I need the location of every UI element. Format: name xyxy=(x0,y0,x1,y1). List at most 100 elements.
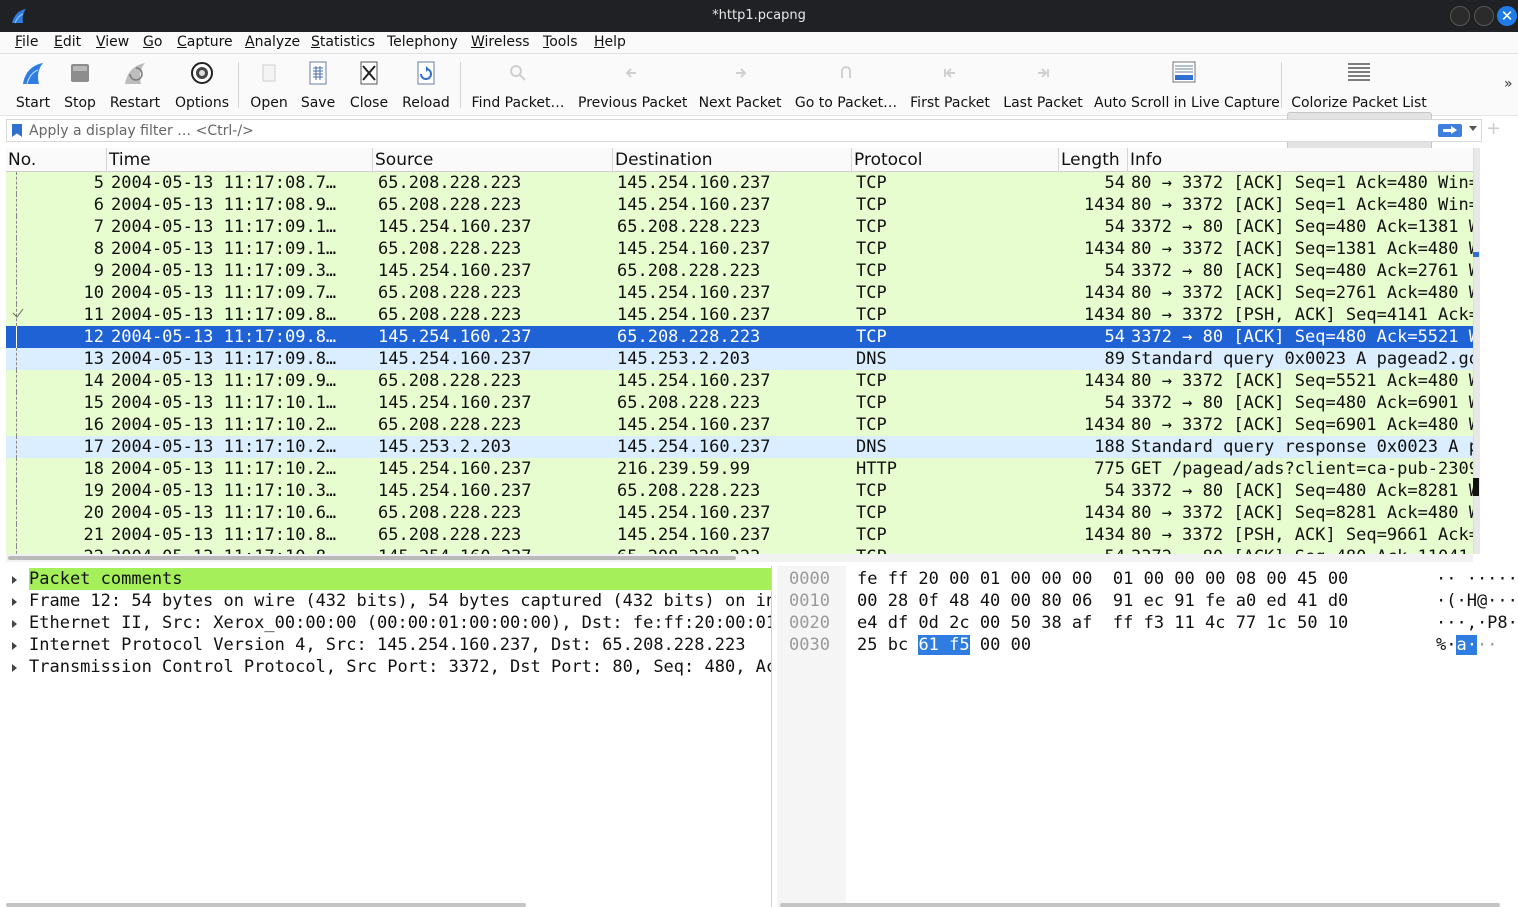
packet-row[interactable]: 17 2004-05-13 11:17:10.2… 145.253.2.203 145… xyxy=(6,436,1473,458)
next-packet-button[interactable]: Next Packet xyxy=(698,58,782,112)
go-to-packet-button[interactable]: Go to Packet… xyxy=(794,58,898,112)
menu-edit[interactable]: Edit xyxy=(54,33,81,51)
save-file-button[interactable]: Save xyxy=(298,58,338,112)
tree-packet-comments[interactable]: Packet comments xyxy=(0,568,771,590)
column-header-destination[interactable]: Destination xyxy=(613,148,852,172)
hex-row[interactable]: 0010 00 28 0f 48 40 00 80 06 91 ec 91 fe … xyxy=(777,590,1518,612)
display-filter-bar xyxy=(6,119,1482,142)
add-filter-button-plus-icon[interactable]: + xyxy=(1486,120,1501,138)
packet-row[interactable]: 12 2004-05-13 11:17:09.8… 145.254.160.237 6… xyxy=(6,326,1473,348)
stop-capture-button[interactable]: Stop xyxy=(60,58,100,112)
packet-row[interactable]: 16 2004-05-13 11:17:10.2… 65.208.228.223 14… xyxy=(6,414,1473,436)
packet-number: 21 xyxy=(83,525,104,545)
column-header-info[interactable]: Info xyxy=(1128,148,1473,172)
previous-packet-button[interactable]: Previous Packet xyxy=(578,58,687,112)
packet-info: Standard query 0x0023 A pagead2.googlesy… xyxy=(1131,349,1473,369)
open-file-button[interactable]: Open xyxy=(248,58,290,112)
packet-info: 3372 → 80 [ACK] Seq=480 Ack=8281 Win=966… xyxy=(1131,481,1473,501)
packet-list-scrollbar[interactable] xyxy=(1473,148,1518,554)
column-header-source[interactable]: Source xyxy=(373,148,613,172)
menu-analyze[interactable]: Analyze xyxy=(245,33,300,51)
menu-telephony[interactable]: Telephony xyxy=(387,33,458,51)
toolbar-separator xyxy=(238,62,239,108)
hex-bytes: 00 28 0f 48 40 00 80 06 91 ec 91 fe a0 e… xyxy=(857,590,1348,612)
scrollbar-thumb[interactable] xyxy=(780,903,1500,907)
find-packet-button[interactable]: Find Packet… xyxy=(470,58,566,112)
close-window-button[interactable]: ✕ xyxy=(1497,6,1517,26)
menu-bar: File Edit View Go Capture Analyze Statistics Te… xyxy=(0,32,1518,54)
packet-row[interactable]: 20 2004-05-13 11:17:10.6… 65.208.228.223 14… xyxy=(6,502,1473,524)
packet-row[interactable]: 10 2004-05-13 11:17:09.7… 65.208.228.223 14… xyxy=(6,282,1473,304)
column-header-protocol[interactable]: Protocol xyxy=(852,148,1059,172)
chevron-down-icon[interactable] xyxy=(1469,126,1477,131)
packet-protocol: HTTP xyxy=(856,459,897,479)
ascii-plain: ·· ····· xyxy=(1436,569,1518,589)
auto-scroll-button[interactable]: Auto Scroll in Live Capture xyxy=(1094,58,1280,112)
menu-capture[interactable]: Capture xyxy=(177,33,233,51)
expand-arrow-icon[interactable] xyxy=(12,642,17,650)
bytes-horizontal-scrollbar[interactable] xyxy=(778,901,1518,907)
menu-help[interactable]: Help xyxy=(594,33,626,51)
tree-ipv4[interactable]: Internet Protocol Version 4, Src: 145.25… xyxy=(0,634,771,656)
menu-tools[interactable]: Tools xyxy=(543,33,578,51)
packet-source: 65.208.228.223 xyxy=(378,283,522,303)
packet-row[interactable]: 19 2004-05-13 11:17:10.3… 145.254.160.237 6… xyxy=(6,480,1473,502)
packet-row[interactable]: 9 2004-05-13 11:17:09.3… 145.254.160.237 65… xyxy=(6,260,1473,282)
expand-arrow-icon[interactable] xyxy=(12,576,17,584)
packet-row[interactable]: 8 2004-05-13 11:17:09.1… 65.208.228.223 145… xyxy=(6,238,1473,260)
maximize-button[interactable] xyxy=(1474,6,1494,26)
filter-bookmark-icon[interactable] xyxy=(12,124,22,137)
packet-row[interactable]: 18 2004-05-13 11:17:10.2… 145.254.160.237 2… xyxy=(6,458,1473,480)
column-header-time[interactable]: Time xyxy=(107,148,373,172)
minimize-button[interactable] xyxy=(1450,6,1470,26)
packet-row[interactable]: 14 2004-05-13 11:17:09.9… 65.208.228.223 14… xyxy=(6,370,1473,392)
column-header-length[interactable]: Length xyxy=(1059,148,1128,172)
hex-row[interactable]: 0030 25 bc 61 f5 00 00 %·a··· xyxy=(777,634,1518,656)
menu-statistics[interactable]: Statistics xyxy=(311,33,375,51)
menu-go[interactable]: Go xyxy=(143,33,162,51)
expand-arrow-icon[interactable] xyxy=(12,598,17,606)
hex-row[interactable]: 0020 e4 df 0d 2c 00 50 38 af ff f3 11 4c … xyxy=(777,612,1518,634)
packet-row[interactable]: 6 2004-05-13 11:17:08.9… 65.208.228.223 145… xyxy=(6,194,1473,216)
expand-arrow-icon[interactable] xyxy=(12,664,17,672)
start-capture-button[interactable]: Start xyxy=(12,58,54,112)
scrollbar-thumb[interactable] xyxy=(6,903,526,907)
packet-row[interactable]: 15 2004-05-13 11:17:10.1… 145.254.160.237 6… xyxy=(6,392,1473,414)
tree-frame[interactable]: Frame 12: 54 bytes on wire (432 bits), 5… xyxy=(0,590,771,612)
packet-row[interactable]: 22 2004-05-13 11:17:10.8… 145.254.160.2376… xyxy=(6,546,1473,554)
save-file-icon xyxy=(309,61,327,85)
packet-row[interactable]: 5 2004-05-13 11:17:08.7… 65.208.228.223 145… xyxy=(6,172,1473,194)
hex-row[interactable]: 0000 fe ff 20 00 01 00 00 00 01 00 00 00 … xyxy=(777,568,1518,590)
apply-filter-arrow-icon[interactable] xyxy=(1438,124,1462,137)
ascii-bytes: ·· ····· xyxy=(1436,568,1518,590)
packet-destination: 145.254.160.237 xyxy=(617,437,771,457)
hex-bytes-plain: 25 bc xyxy=(857,635,909,655)
hex-bytes-group-b: 01 00 00 00 08 00 45 00 xyxy=(1112,569,1349,589)
close-file-button[interactable]: Close xyxy=(347,58,391,112)
reload-file-button[interactable]: Reload xyxy=(402,58,450,112)
menu-file[interactable]: File xyxy=(15,33,38,51)
capture-options-button[interactable]: Options xyxy=(174,58,230,112)
packet-row[interactable]: 21 2004-05-13 11:17:10.8… 65.208.228.223 14… xyxy=(6,524,1473,546)
display-filter-input[interactable] xyxy=(29,121,1429,140)
menu-view[interactable]: View xyxy=(96,33,129,51)
column-header-no[interactable]: No. xyxy=(6,148,107,172)
restart-capture-button[interactable]: Restart xyxy=(108,58,162,112)
packet-list[interactable]: No. Time Source Destination Protocol Len… xyxy=(6,148,1473,554)
first-packet-button[interactable]: First Packet xyxy=(910,58,990,112)
colorize-packet-list-button[interactable]: Colorize Packet List xyxy=(1290,58,1428,112)
packet-list-horizontal-scrollbar[interactable] xyxy=(6,554,1473,562)
scrollbar-thumb[interactable] xyxy=(8,556,736,560)
details-horizontal-scrollbar[interactable] xyxy=(6,901,770,907)
menu-wireless[interactable]: Wireless xyxy=(471,33,530,51)
expand-arrow-icon[interactable] xyxy=(12,620,17,628)
packet-row[interactable]: 11 2004-05-13 11:17:09.8… 65.208.228.223 14… xyxy=(6,304,1473,326)
tree-tcp[interactable]: Transmission Control Protocol, Src Port:… xyxy=(0,656,771,678)
last-packet-button[interactable]: Last Packet xyxy=(1002,58,1084,112)
tree-ethernet[interactable]: Ethernet II, Src: Xerox_00:00:00 (00:00:… xyxy=(0,612,771,634)
packet-destination: 145.254.160.237 xyxy=(617,173,771,193)
packet-row[interactable]: 13 2004-05-13 11:17:09.8… 145.254.160.237 1… xyxy=(6,348,1473,370)
packet-row[interactable]: 7 2004-05-13 11:17:09.1… 145.254.160.237 65… xyxy=(6,216,1473,238)
toolbar-overflow-button[interactable]: » xyxy=(1504,76,1513,92)
hex-offset: 0020 xyxy=(789,613,830,633)
